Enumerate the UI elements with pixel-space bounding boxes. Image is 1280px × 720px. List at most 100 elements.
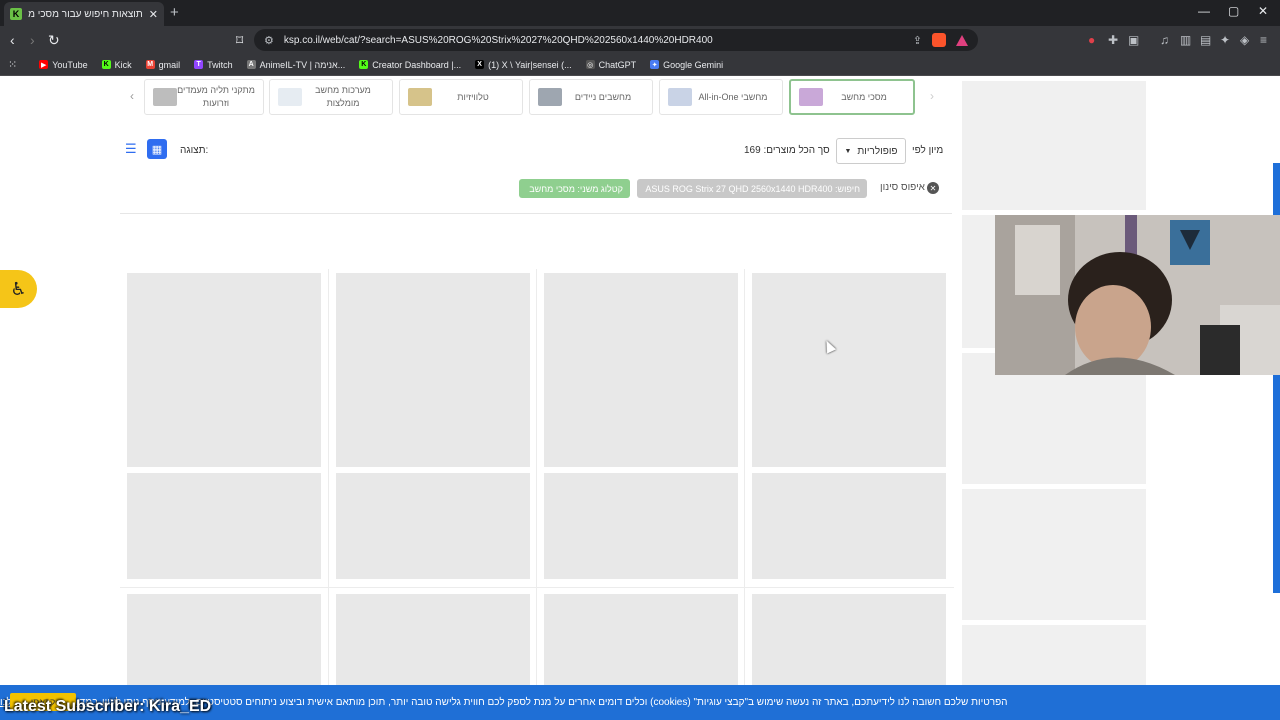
laptop-thumbnail <box>538 88 562 106</box>
navigation-bar: ‹ › ↻ ⌑ ⚙ ksp.co.il/web/cat/?search=ASUS… <box>0 26 1280 54</box>
wallet-icon[interactable]: ▤ <box>1200 33 1211 47</box>
bookmark-label: Creator Dashboard |... <box>372 59 462 70</box>
apps-icon[interactable]: ⁙ <box>8 58 17 71</box>
catalog-filter-chip[interactable]: קטלוג משני: מסכי מחשב <box>519 179 630 198</box>
tab-bar: K תוצאות חיפוש עבור מסכי מחשב ✕ + — ▢ ✕ <box>0 0 1280 26</box>
row-separator <box>120 587 954 588</box>
x-icon: X <box>475 60 485 69</box>
category-systems[interactable]: מערכות מחשב מומלצות <box>269 79 393 115</box>
column-separator <box>744 269 745 720</box>
bookmark-twitch[interactable]: T Twitch <box>194 60 233 70</box>
product-image-placeholder[interactable] <box>544 273 738 467</box>
product-info-placeholder <box>544 473 738 579</box>
address-bar[interactable]: ⚙ ksp.co.il/web/cat/?search=ASUS%20ROG%2… <box>254 29 978 51</box>
bookmark-gemini[interactable]: ✦ Google Gemini <box>650 60 723 70</box>
bookmark-animeil[interactable]: A AnimeIL-TV | אנימה... <box>246 59 346 70</box>
reset-filter-link[interactable]: איפוס סינון <box>880 182 925 193</box>
chevron-right-icon[interactable]: › <box>930 89 934 103</box>
tv-thumbnail <box>408 88 432 106</box>
leo-ai-icon[interactable]: ✦ <box>1220 33 1230 47</box>
bookmark-chatgpt[interactable]: ◎ ChatGPT <box>585 59 637 70</box>
media-icon[interactable]: ♫ <box>1160 33 1169 47</box>
view-label: תצוגה: <box>180 145 209 156</box>
bookmark-label: ChatGPT <box>598 59 637 70</box>
category-monitors[interactable]: מסכי מחשב <box>789 79 915 115</box>
bookmark-label: AnimeIL-TV | אנימה... <box>259 59 346 70</box>
category-all-in-one[interactable]: מחשבי All-in-One <box>659 79 783 115</box>
search-filter-chip[interactable]: חיפוש: ASUS ROG Strix 27 QHD 2560x1440 H… <box>637 179 867 198</box>
monitor-thumbnail <box>799 88 823 106</box>
share-icon[interactable]: ⇪ <box>913 34 922 47</box>
close-window-icon[interactable]: ✕ <box>1258 4 1268 18</box>
webcam-image <box>995 215 1280 375</box>
accessibility-icon[interactable]: ♿ <box>0 270 37 308</box>
filter-sidebar-placeholder <box>960 77 1148 720</box>
bookmarks-bar: ⁙ ▶ YouTube K Kick Mgmail T Twitch A AnimeIL… <box>0 54 1280 76</box>
category-strip: ‹ מתקני תליה מעמדים וזרועות מערכות מחשב … <box>120 79 950 115</box>
category-tvs[interactable]: טלוויזיות <box>399 79 523 115</box>
extensions-icon[interactable]: ✚ <box>1108 33 1118 47</box>
sidebar-placeholder-block <box>962 489 1146 621</box>
reload-icon[interactable]: ↻ <box>48 32 60 49</box>
product-info-placeholder <box>127 473 321 579</box>
minimize-icon[interactable]: — <box>1198 4 1210 18</box>
bookmark-icon[interactable]: ⌑ <box>236 32 243 49</box>
bookmark-label: Kick <box>114 59 132 70</box>
divider <box>120 213 952 214</box>
close-tab-icon[interactable]: ✕ <box>149 8 158 21</box>
product-info-placeholder <box>336 473 530 579</box>
browser-tab[interactable]: K תוצאות חיפוש עבור מסכי מחשב ✕ <box>4 2 164 26</box>
product-image-placeholder[interactable] <box>752 273 946 467</box>
chevron-down-icon: ▼ <box>844 147 852 155</box>
kick-icon: K <box>101 60 111 69</box>
grid-view-icon[interactable]: ▦ <box>147 139 167 159</box>
menu-icon[interactable]: ≡ <box>1260 33 1267 47</box>
sort-dropdown[interactable]: ▼ פופולריות <box>836 138 906 164</box>
category-label: מסכי מחשב <box>841 91 887 102</box>
stream-subscriber-overlay: Latest Subscriber: Kira_ED <box>4 698 212 715</box>
vpn-icon[interactable]: ◈ <box>1240 33 1249 47</box>
product-info-placeholder <box>752 473 946 579</box>
category-mounts[interactable]: מתקני תליה מעמדים וזרועות <box>144 79 264 115</box>
animeil-icon: A <box>246 60 256 69</box>
maximize-icon[interactable]: ▢ <box>1228 4 1239 18</box>
column-separator <box>328 269 329 720</box>
sort-value: פופולריות <box>857 145 898 157</box>
aio-thumbnail <box>668 88 692 106</box>
tab-title: תוצאות חיפוש עבור מסכי מחשב <box>28 8 143 20</box>
back-icon[interactable]: ‹ <box>10 32 15 48</box>
ksp-page: ‹ מתקני תליה מעמדים וזרועות מערכות מחשב … <box>0 77 1280 720</box>
bookmark-gmail[interactable]: Mgmail <box>145 60 180 70</box>
webcam-overlay <box>995 215 1280 375</box>
forward-icon[interactable]: › <box>30 32 35 48</box>
url-text[interactable]: ksp.co.il/web/cat/?search=ASUS%20ROG%20S… <box>284 35 903 46</box>
chevron-left-icon[interactable]: ‹ <box>130 89 134 103</box>
column-separator <box>536 269 537 720</box>
mount-thumbnail <box>153 88 177 106</box>
brave-shields-icon[interactable] <box>932 33 946 47</box>
list-view-icon[interactable]: ☰ <box>125 141 137 157</box>
category-label: מערכות מחשב מומלצות <box>315 85 371 108</box>
cookie-text: הפרטיות שלכם חשובה לנו לידיעתכם, באתר זה… <box>102 697 1008 708</box>
youtube-icon: ▶ <box>39 60 49 69</box>
reset-filter-icon[interactable]: ✕ <box>927 182 939 194</box>
site-info-icon[interactable]: ⚙ <box>264 34 274 47</box>
record-icon[interactable]: ● <box>1088 33 1095 47</box>
bookmark-kick[interactable]: K Kick <box>101 59 132 70</box>
kick-icon: K <box>359 60 369 69</box>
product-image-placeholder[interactable] <box>336 273 530 467</box>
sidebar-icon[interactable]: ▥ <box>1180 33 1191 47</box>
twitch-icon: T <box>194 60 204 69</box>
total-products: סך הכל מוצרים: 169 <box>744 145 830 156</box>
bookmark-creator-dashboard[interactable]: K Creator Dashboard |... <box>359 60 461 70</box>
bookmark-x[interactable]: X (1) X \ Yair|sensei (... <box>475 60 572 70</box>
category-label: טלוויזיות <box>457 91 489 102</box>
bookmark-label: (1) X \ Yair|sensei (... <box>488 59 572 70</box>
bookmark-youtube[interactable]: ▶ YouTube <box>39 60 88 70</box>
gemini-icon: ✦ <box>650 60 660 69</box>
category-laptops[interactable]: מחשבים ניידים <box>529 79 653 115</box>
product-image-placeholder[interactable] <box>127 273 321 467</box>
new-tab-icon[interactable]: + <box>170 4 179 21</box>
brave-rewards-icon[interactable] <box>956 34 968 46</box>
screenshot-icon[interactable]: ▣ <box>1128 33 1139 47</box>
